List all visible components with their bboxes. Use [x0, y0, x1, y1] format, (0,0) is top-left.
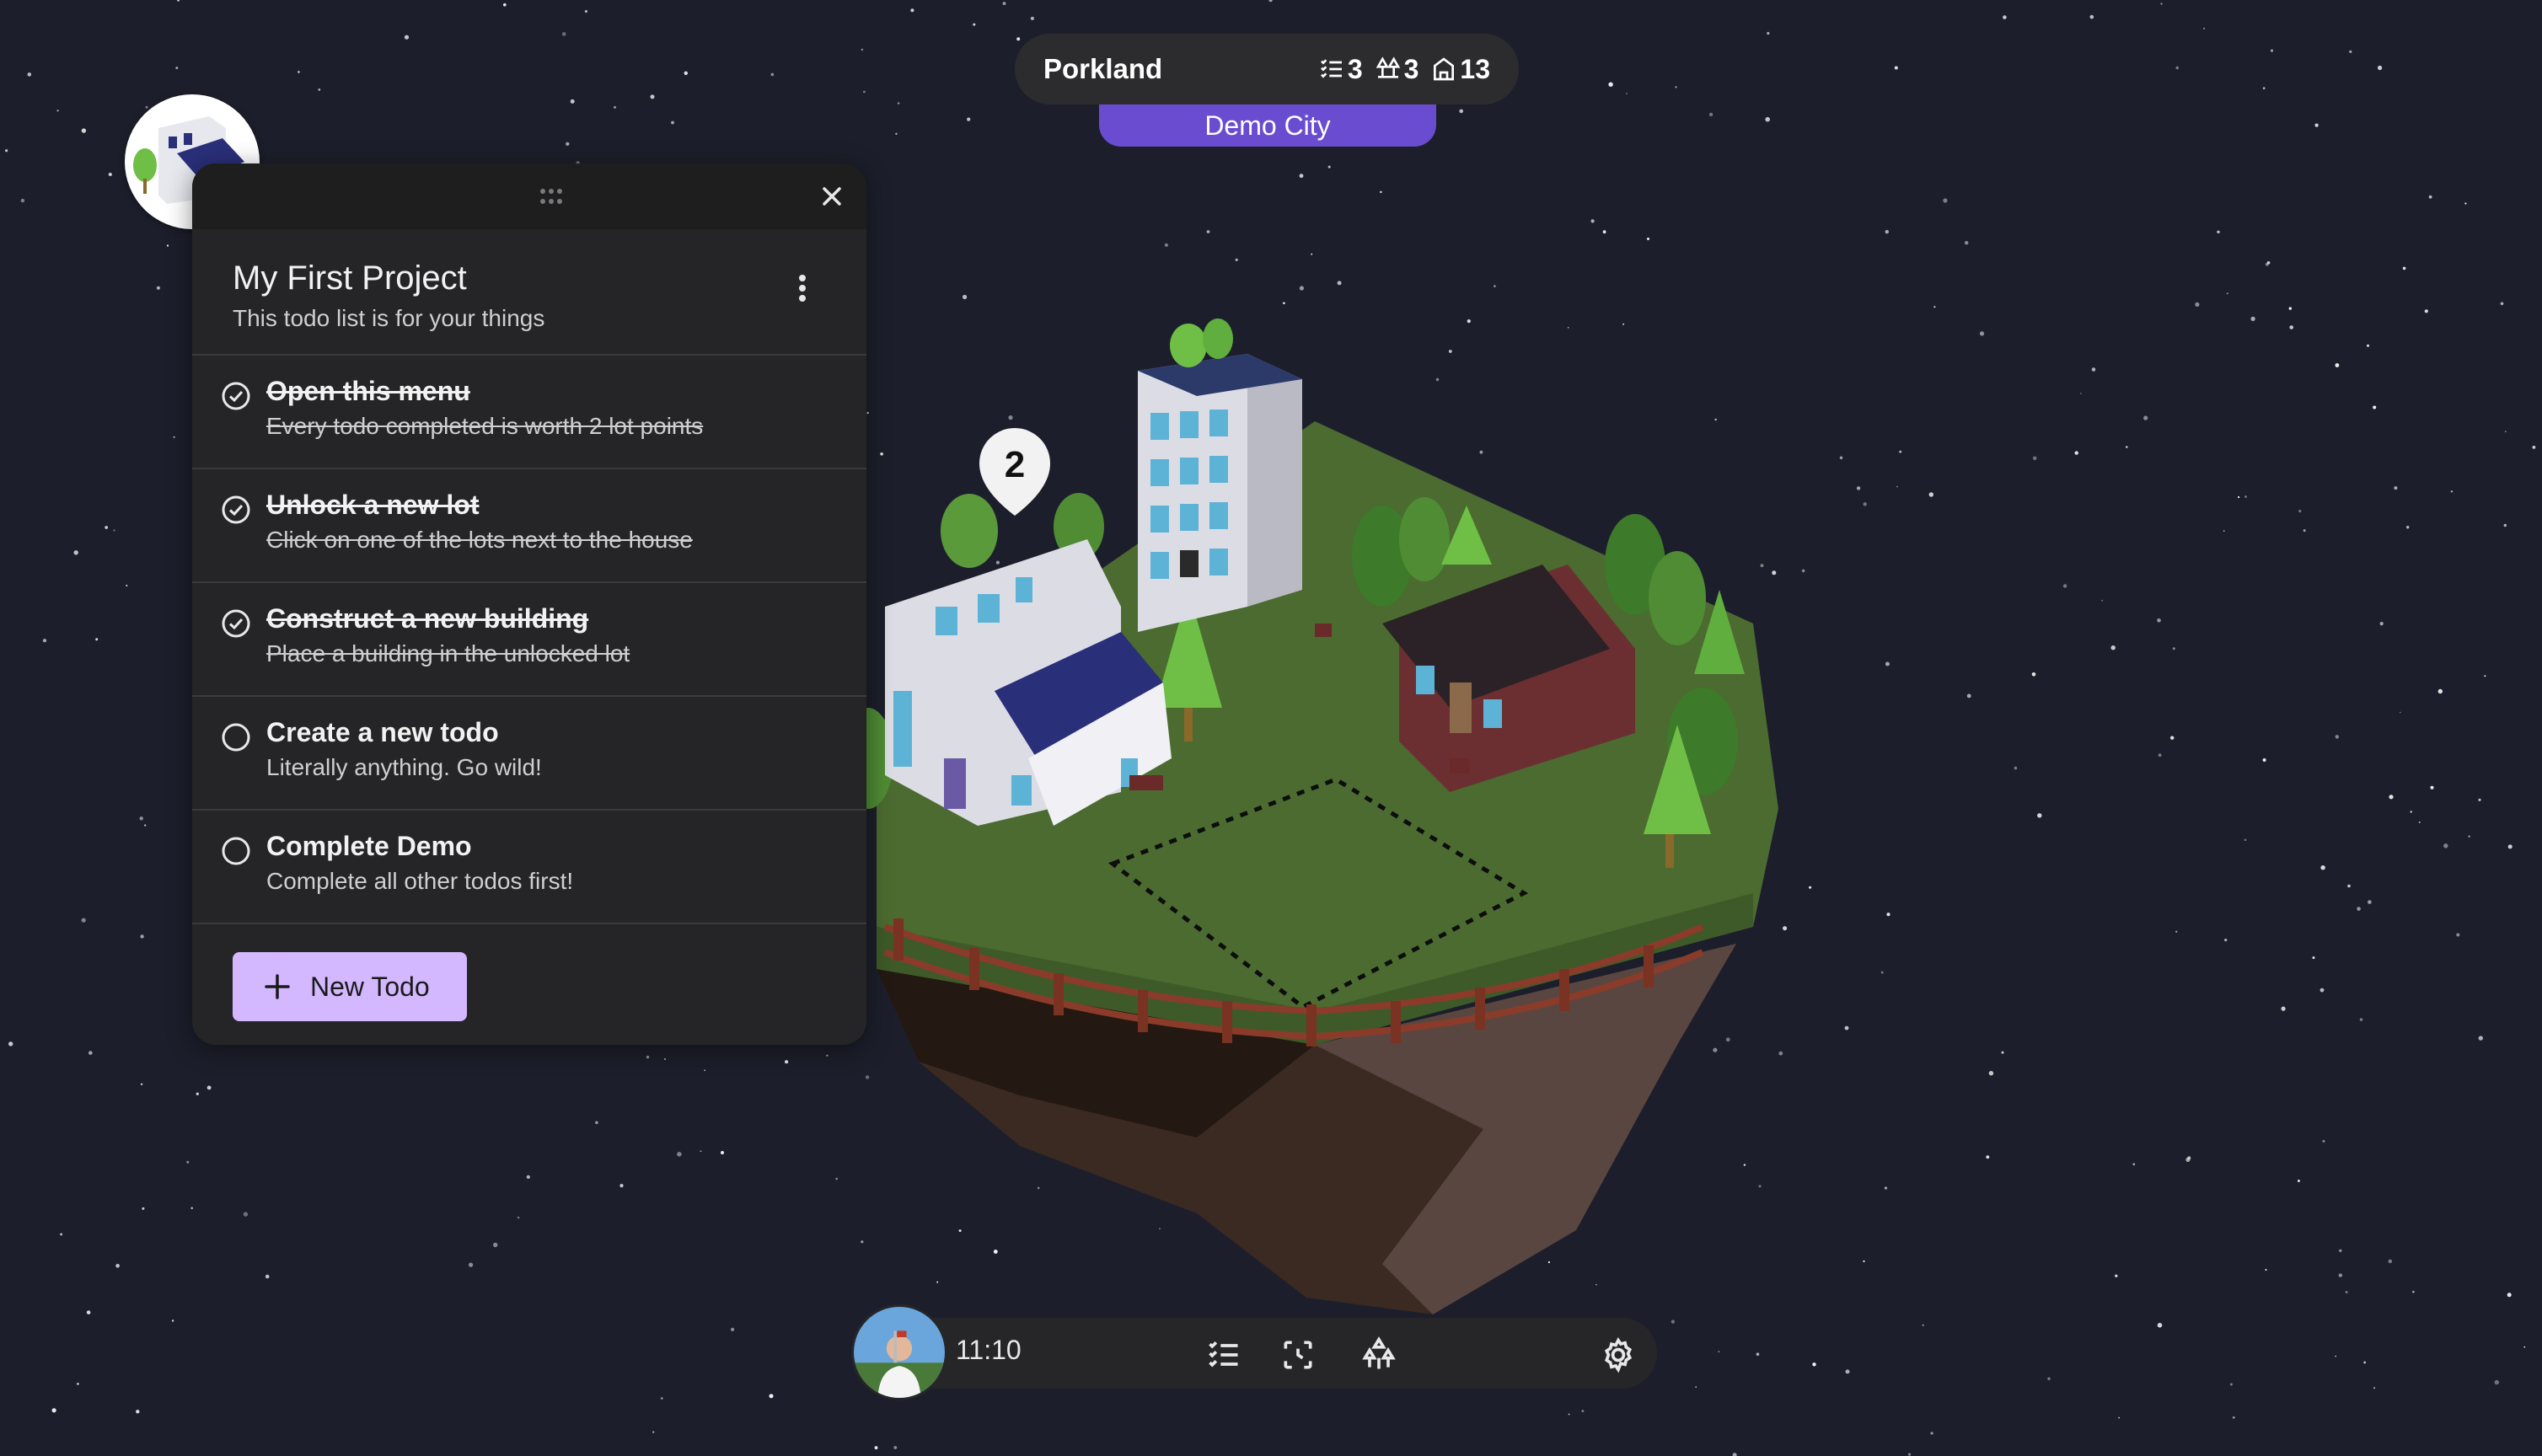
stat-todos: 3 — [1318, 54, 1363, 85]
panel-titlebar — [192, 163, 866, 229]
todo-description: Place a building in the unlocked lot — [266, 640, 630, 666]
stat-buildings-value: 13 — [1460, 53, 1490, 84]
trees-icon[interactable] — [1360, 1336, 1397, 1373]
todo-panel: My First Project This todo list is for y… — [192, 163, 866, 1045]
todo-title: Complete Demo — [266, 831, 472, 861]
city-tab[interactable]: Demo City — [1099, 104, 1436, 147]
stat-todos-value: 3 — [1347, 53, 1363, 84]
todo-description: Literally anything. Go wild! — [266, 754, 542, 780]
city-header: Porkland 3 3 13 — [1015, 34, 1519, 104]
empty-circle-icon[interactable] — [221, 722, 251, 752]
stat-trees: 3 — [1375, 53, 1419, 85]
project-subtitle: This todo list is for your things — [233, 305, 545, 331]
todo-description: Complete all other todos first! — [266, 868, 574, 894]
project-title: My First Project — [233, 260, 467, 297]
trees-icon — [1376, 56, 1400, 78]
todo-title: Create a new todo — [266, 717, 499, 747]
stat-trees-value: 3 — [1403, 53, 1419, 84]
todo-item[interactable]: Open this menu Every todo completed is w… — [192, 356, 866, 469]
todo-description: Click on one of the lots next to the hou… — [266, 527, 693, 553]
focus-icon[interactable] — [1279, 1336, 1317, 1373]
check-circle-icon[interactable] — [221, 495, 251, 525]
todo-item[interactable]: Construct a new building Place a buildin… — [192, 583, 866, 697]
checklist-icon — [1320, 59, 1342, 78]
check-circle-icon[interactable] — [221, 608, 251, 639]
stat-buildings: 13 — [1430, 54, 1490, 85]
checklist-icon[interactable] — [1205, 1336, 1242, 1373]
todo-item[interactable]: Create a new todo Literally anything. Go… — [192, 697, 866, 811]
empty-circle-icon[interactable] — [221, 836, 251, 866]
todo-title: Construct a new building — [266, 603, 589, 634]
city-name: Porkland — [1043, 53, 1163, 84]
todo-item[interactable]: Unlock a new lot Click on one of the lot… — [192, 469, 866, 583]
more-options-icon[interactable] — [796, 271, 809, 305]
check-circle-icon[interactable] — [221, 381, 251, 411]
lot-pin-value: 2 — [1005, 444, 1025, 485]
clock: 11:10 — [956, 1335, 1022, 1365]
project-header: My First Project This todo list is for y… — [192, 229, 866, 356]
new-todo-label: New Todo — [310, 971, 430, 1002]
floating-island-scene[interactable]: 2 — [843, 286, 1821, 1331]
todo-title: Unlock a new lot — [266, 490, 480, 520]
new-todo-button[interactable]: New Todo — [233, 952, 467, 1021]
user-photo — [854, 1307, 945, 1398]
drag-handle-icon[interactable] — [538, 185, 565, 207]
close-icon[interactable] — [818, 182, 846, 211]
todo-title: Open this menu — [266, 376, 470, 406]
user-avatar[interactable] — [851, 1304, 947, 1400]
lot-pin[interactable]: 2 — [979, 428, 1050, 516]
settings-icon[interactable] — [1600, 1336, 1637, 1373]
building-icon — [1434, 57, 1455, 81]
todo-description: Every todo completed is worth 2 lot poin… — [266, 413, 704, 439]
plus-icon — [265, 974, 290, 999]
todo-item[interactable]: Complete Demo Complete all other todos f… — [192, 811, 866, 924]
